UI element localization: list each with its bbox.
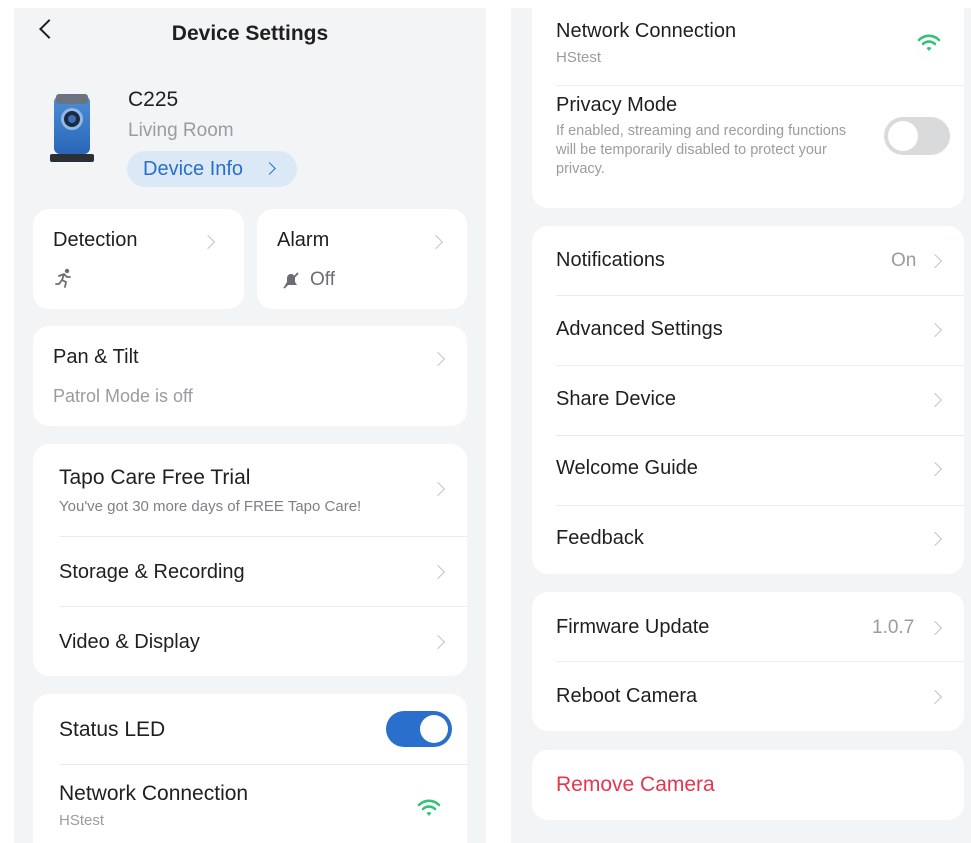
advanced-settings-label: Advanced Settings bbox=[556, 318, 723, 340]
network-connection-label: Network Connection bbox=[556, 20, 737, 42]
alarm-muted-icon bbox=[281, 270, 301, 290]
chevron-right-icon bbox=[430, 564, 446, 580]
notifications-label: Notifications bbox=[556, 249, 665, 271]
detection-card[interactable]: Detection bbox=[33, 209, 244, 309]
page-title: Device Settings bbox=[171, 22, 329, 45]
status-led-label: Status LED bbox=[59, 718, 166, 741]
chevron-right-icon bbox=[927, 392, 943, 408]
chevron-right-icon bbox=[200, 234, 216, 250]
running-person-icon bbox=[53, 267, 75, 289]
recording-card: Tapo Care Free Trial You've got 30 more … bbox=[33, 444, 467, 676]
status-led-toggle[interactable] bbox=[386, 711, 452, 747]
share-device-row[interactable]: Share Device bbox=[532, 366, 964, 435]
feedback-row[interactable]: Feedback bbox=[532, 506, 964, 574]
camera-thumbnail bbox=[50, 94, 94, 162]
led-network-card: Status LED Network Connection HStest bbox=[33, 694, 467, 843]
firmware-update-row[interactable]: Firmware Update 1.0.7 bbox=[532, 592, 964, 661]
remove-camera-label[interactable]: Remove Camera bbox=[556, 773, 715, 797]
device-room: Living Room bbox=[128, 120, 234, 141]
firmware-reboot-card: Firmware Update 1.0.7 Reboot Camera bbox=[532, 592, 964, 731]
firmware-version: 1.0.7 bbox=[872, 617, 915, 638]
welcome-guide-row[interactable]: Welcome Guide bbox=[532, 436, 964, 505]
network-ssid: HStest bbox=[59, 812, 105, 829]
alarm-label: Alarm bbox=[277, 229, 330, 251]
notifications-value: On bbox=[891, 250, 917, 271]
reboot-camera-label: Reboot Camera bbox=[556, 685, 698, 707]
care-trial-subtitle: You've got 30 more days of FREE Tapo Car… bbox=[59, 498, 362, 515]
alarm-card[interactable]: Alarm Off bbox=[257, 209, 467, 309]
chevron-right-icon bbox=[428, 234, 444, 250]
remove-camera-card[interactable]: Remove Camera bbox=[532, 750, 964, 820]
chevron-right-icon bbox=[927, 689, 943, 705]
care-trial-row[interactable]: Tapo Care Free Trial You've got 30 more … bbox=[33, 444, 467, 536]
storage-recording-row[interactable]: Storage & Recording bbox=[33, 537, 467, 606]
network-connection-row[interactable]: Network Connection HStest bbox=[532, 8, 964, 85]
detection-label: Detection bbox=[53, 229, 138, 251]
right-screen: Network Connection HStest Privacy Mode I… bbox=[511, 8, 971, 843]
storage-recording-label: Storage & Recording bbox=[59, 561, 245, 583]
left-screen: Device Settings C225 Living Room Device … bbox=[14, 8, 486, 843]
alarm-status: Off bbox=[310, 269, 335, 290]
chevron-right-icon bbox=[927, 253, 943, 269]
chevron-right-icon bbox=[430, 634, 446, 650]
chevron-right-icon bbox=[927, 531, 943, 547]
chevron-right-icon bbox=[430, 481, 446, 497]
network-privacy-card: Network Connection HStest Privacy Mode I… bbox=[532, 8, 964, 208]
welcome-guide-label: Welcome Guide bbox=[556, 457, 698, 479]
privacy-mode-description: If enabled, streaming and recording func… bbox=[556, 123, 847, 177]
chevron-right-icon bbox=[927, 461, 943, 477]
privacy-mode-row: Privacy Mode If enabled, streaming and r… bbox=[532, 86, 964, 208]
device-info-button[interactable]: Device Info bbox=[127, 151, 297, 187]
pan-tilt-subtitle: Patrol Mode is off bbox=[53, 386, 193, 406]
status-led-row: Status LED bbox=[33, 694, 467, 764]
privacy-mode-label: Privacy Mode bbox=[556, 94, 678, 116]
device-info-label: Device Info bbox=[143, 157, 244, 180]
pan-tilt-label: Pan & Tilt bbox=[53, 346, 139, 368]
share-device-label: Share Device bbox=[556, 388, 677, 410]
device-model: C225 bbox=[128, 88, 179, 111]
pan-tilt-card[interactable]: Pan & Tilt Patrol Mode is off bbox=[33, 326, 467, 426]
video-display-row[interactable]: Video & Display bbox=[33, 607, 467, 676]
care-trial-label: Tapo Care Free Trial bbox=[59, 466, 251, 489]
feedback-label: Feedback bbox=[556, 527, 644, 549]
chevron-right-icon bbox=[263, 162, 276, 175]
chevron-right-icon bbox=[927, 620, 943, 636]
network-connection-row[interactable]: Network Connection HStest bbox=[33, 765, 467, 843]
wifi-icon bbox=[917, 33, 941, 53]
reboot-camera-row[interactable]: Reboot Camera bbox=[532, 662, 964, 731]
chevron-right-icon bbox=[927, 322, 943, 338]
settings-list-card: Notifications On Advanced Settings Share… bbox=[532, 226, 964, 574]
advanced-settings-row[interactable]: Advanced Settings bbox=[532, 296, 964, 365]
video-display-label: Video & Display bbox=[59, 631, 200, 653]
privacy-mode-toggle[interactable] bbox=[884, 117, 950, 155]
notifications-row[interactable]: Notifications On bbox=[532, 226, 964, 295]
network-connection-label: Network Connection bbox=[59, 782, 249, 805]
network-ssid: HStest bbox=[556, 49, 602, 66]
chevron-right-icon bbox=[430, 351, 446, 367]
wifi-icon bbox=[417, 798, 441, 818]
firmware-update-label: Firmware Update bbox=[556, 616, 710, 638]
